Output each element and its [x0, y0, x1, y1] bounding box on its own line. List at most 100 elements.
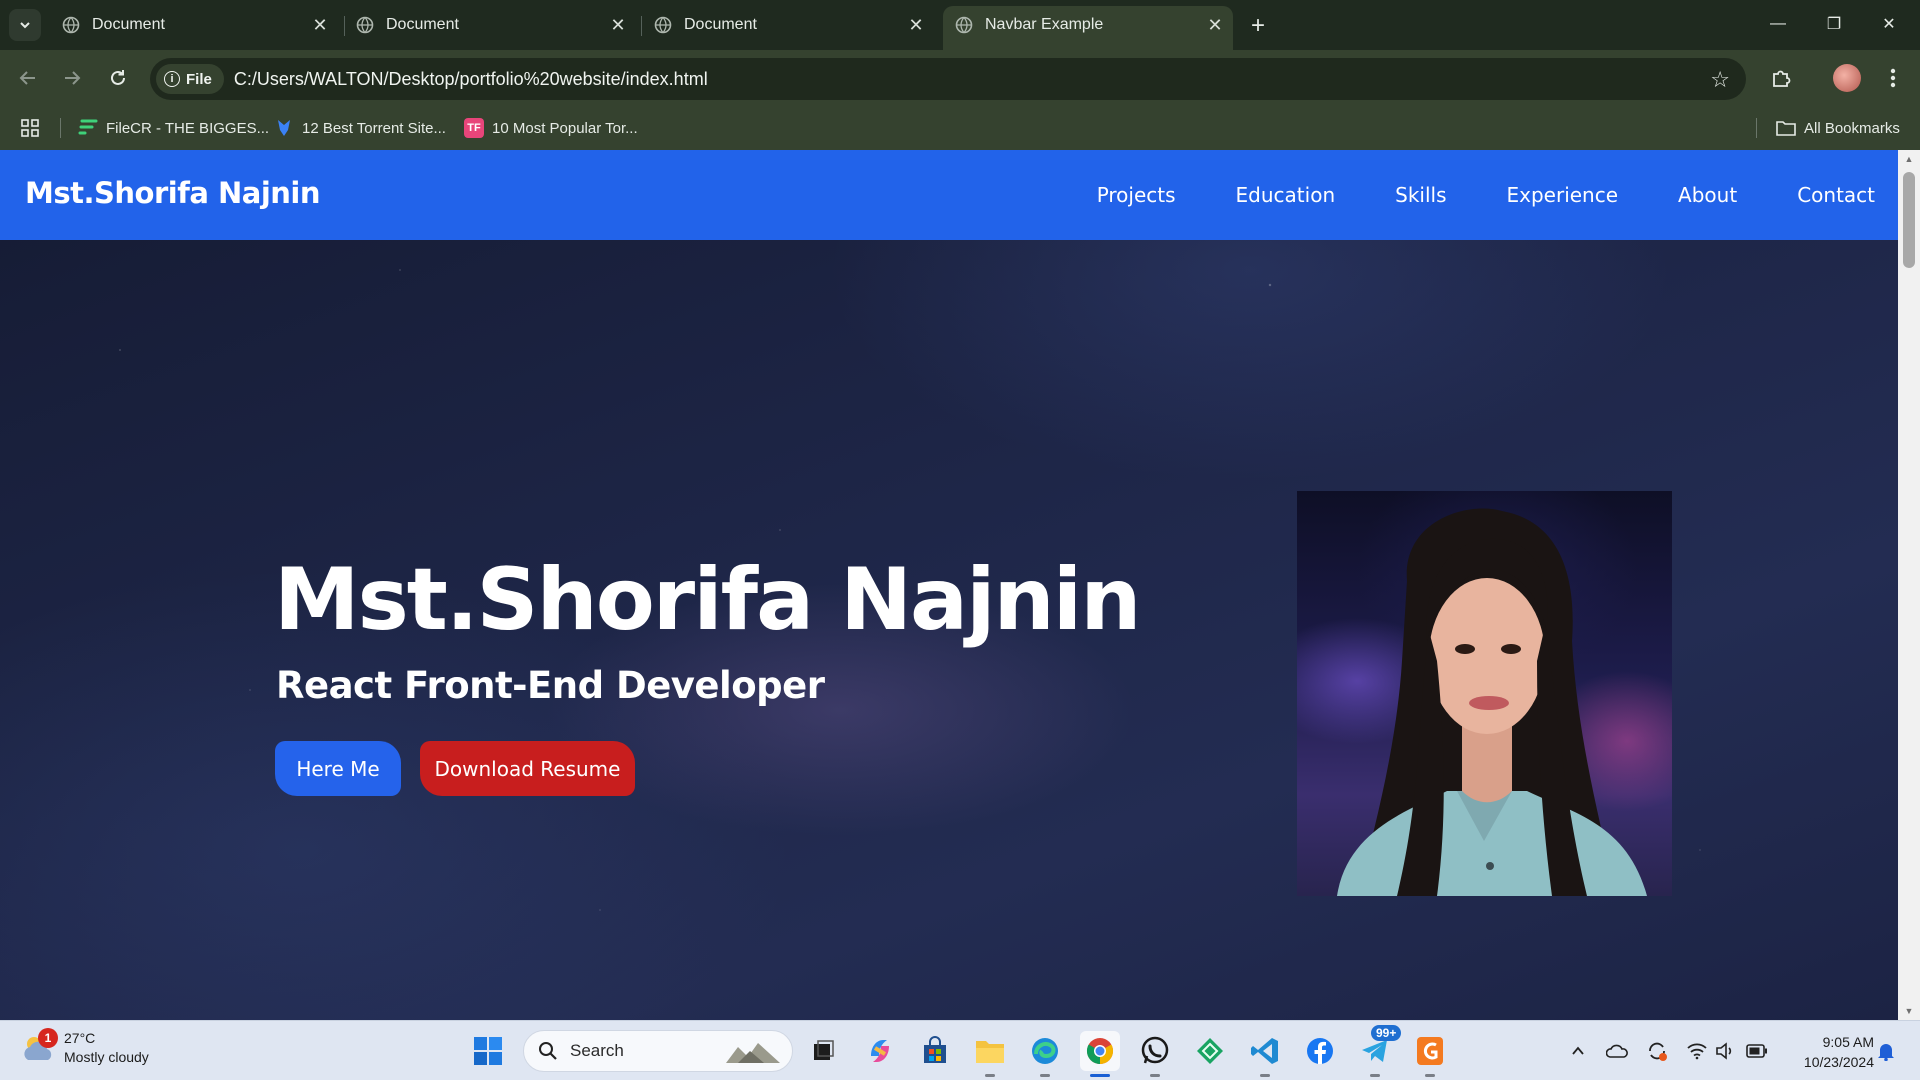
site-info-chip[interactable]: i File	[156, 64, 224, 94]
bookmark-label: 10 Most Popular Tor...	[492, 119, 638, 137]
running-indicator	[1260, 1074, 1270, 1077]
onedrive-cloud-icon	[1606, 1044, 1628, 1058]
nav-link-about[interactable]: About	[1678, 183, 1737, 207]
taskbar-search[interactable]: Search	[523, 1030, 793, 1072]
restore-button[interactable]: ❐	[1811, 8, 1857, 40]
battery-button[interactable]	[1745, 1039, 1769, 1063]
close-icon[interactable]: ✕	[308, 13, 332, 37]
tab-document-3[interactable]: Document ✕	[654, 6, 928, 44]
bookmark-popular-torrent[interactable]: TF 10 Most Popular Tor...	[464, 117, 638, 139]
bookmarks-divider	[1756, 118, 1757, 138]
notifications-button[interactable]	[1874, 1039, 1898, 1063]
weather-temp: 27°C	[64, 1030, 96, 1046]
browser-toolbar: i File C:/Users/WALTON/Desktop/portfolio…	[0, 50, 1920, 106]
show-hidden-icons[interactable]	[1566, 1039, 1590, 1063]
all-bookmarks-button[interactable]: All Bookmarks	[1776, 117, 1900, 139]
tab-title: Navbar Example	[985, 16, 1104, 33]
edge-icon	[1032, 1038, 1058, 1064]
apps-grid-icon	[21, 119, 39, 137]
copilot-app[interactable]	[860, 1031, 900, 1071]
network-button[interactable]	[1685, 1039, 1709, 1063]
whatsapp-app[interactable]	[1135, 1031, 1175, 1077]
close-window-button[interactable]: ✕	[1866, 8, 1912, 40]
nav-link-skills[interactable]: Skills	[1395, 183, 1446, 207]
chevron-down-icon	[20, 22, 30, 29]
forward-button[interactable]	[58, 64, 86, 92]
nav-link-experience[interactable]: Experience	[1507, 183, 1619, 207]
green-app[interactable]	[1190, 1031, 1230, 1071]
profile-avatar[interactable]	[1833, 64, 1861, 92]
tab-navbar-example[interactable]: Navbar Example ✕	[943, 6, 1233, 50]
tab-separator	[641, 16, 642, 36]
nav-link-projects[interactable]: Projects	[1097, 183, 1176, 207]
start-button[interactable]	[468, 1031, 508, 1071]
close-icon[interactable]: ✕	[606, 13, 630, 37]
running-indicator	[1425, 1074, 1435, 1077]
tab-search-button[interactable]	[9, 9, 41, 41]
close-icon[interactable]: ✕	[904, 13, 928, 37]
battery-icon	[1746, 1044, 1767, 1058]
download-resume-button[interactable]: Download Resume	[420, 741, 635, 796]
bookmark-filecr[interactable]: FileCR - THE BIGGES...	[78, 117, 269, 139]
search-icon	[539, 1042, 557, 1060]
here-me-button[interactable]: Here Me	[275, 741, 401, 796]
url-text[interactable]: C:/Users/WALTON/Desktop/portfolio%20webs…	[234, 69, 708, 90]
store-icon	[924, 1036, 946, 1063]
filecr-icon	[78, 118, 98, 138]
bookmark-torrent-sites[interactable]: 12 Best Torrent Site...	[274, 117, 446, 139]
site-brand[interactable]: Mst.Shorifa Najnin	[25, 176, 321, 210]
plus-icon: +	[1250, 12, 1265, 39]
page-viewport: Mst.Shorifa Najnin Projects Education Sk…	[0, 150, 1898, 1020]
nav-link-education[interactable]: Education	[1236, 183, 1336, 207]
back-button[interactable]	[14, 64, 42, 92]
arrow-right-icon	[65, 71, 81, 85]
scroll-up-icon[interactable]: ▲	[1904, 154, 1914, 164]
puzzle-icon	[1773, 70, 1791, 87]
reload-button[interactable]	[104, 64, 132, 92]
page-scrollbar[interactable]: ▲ ▼	[1898, 150, 1920, 1020]
minimize-button[interactable]: —	[1755, 8, 1801, 40]
sync-status-button[interactable]	[1645, 1039, 1669, 1063]
weather-widget[interactable]: 1 27°C Mostly cloudy	[20, 1028, 149, 1067]
folder-icon	[976, 1041, 1004, 1063]
task-view-button[interactable]	[803, 1031, 843, 1071]
running-indicator	[1090, 1074, 1110, 1077]
all-bookmarks-label: All Bookmarks	[1804, 119, 1900, 137]
nav-link-contact[interactable]: Contact	[1797, 183, 1875, 207]
sync-icon	[1649, 1042, 1667, 1061]
vscode-app[interactable]	[1245, 1031, 1285, 1077]
globe-icon	[654, 16, 672, 34]
profile-photo	[1297, 491, 1672, 896]
microsoft-store-app[interactable]	[915, 1031, 955, 1071]
pdf-app[interactable]	[1410, 1031, 1450, 1077]
scroll-down-icon[interactable]: ▼	[1904, 1006, 1914, 1016]
menu-button[interactable]	[1877, 62, 1909, 94]
onedrive-button[interactable]	[1605, 1039, 1629, 1063]
apps-button[interactable]	[20, 117, 40, 139]
kebab-menu-icon	[1890, 68, 1896, 88]
close-icon[interactable]: ✕	[1203, 13, 1227, 37]
minimize-icon: —	[1770, 15, 1786, 32]
file-explorer-app[interactable]	[970, 1031, 1010, 1077]
tab-document-2[interactable]: Document ✕	[356, 6, 630, 44]
diamond-app-icon	[1197, 1038, 1223, 1064]
running-indicator	[1150, 1074, 1160, 1077]
globe-icon	[955, 16, 973, 34]
tab-document-1[interactable]: Document ✕	[58, 6, 332, 44]
volume-button[interactable]	[1713, 1039, 1737, 1063]
chrome-app[interactable]	[1080, 1031, 1120, 1077]
extensions-button[interactable]	[1765, 62, 1797, 94]
tf-logo-icon: TF	[464, 118, 484, 138]
bookmark-star-icon[interactable]: ☆	[1710, 67, 1730, 93]
facebook-app[interactable]	[1300, 1031, 1340, 1071]
taskbar-clock[interactable]: 9:05 AM 10/23/2024	[1778, 1032, 1874, 1072]
telegram-app[interactable]: 99+	[1355, 1025, 1402, 1077]
tab-title: Document	[92, 16, 165, 33]
new-tab-button[interactable]: +	[1244, 12, 1272, 40]
address-bar[interactable]: i File C:/Users/WALTON/Desktop/portfolio…	[150, 58, 1746, 100]
cloud-icon: 1	[20, 1028, 58, 1066]
tab-title: Document	[386, 16, 459, 33]
scroll-thumb[interactable]	[1903, 172, 1915, 268]
edge-app[interactable]	[1025, 1031, 1065, 1077]
restore-icon: ❐	[1826, 16, 1842, 33]
